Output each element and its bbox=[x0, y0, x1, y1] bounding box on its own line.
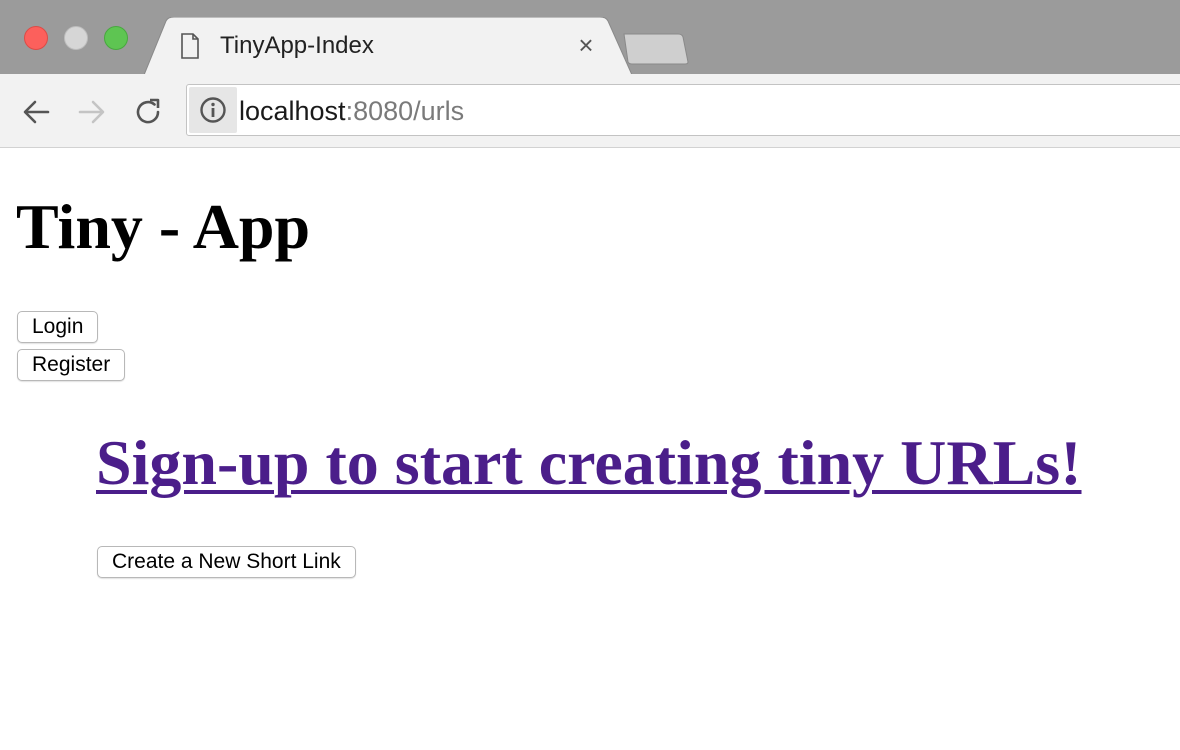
signup-link[interactable]: Sign-up to start creating tiny URLs! bbox=[96, 424, 1082, 502]
page-title: Tiny - App bbox=[16, 191, 311, 262]
page-icon bbox=[181, 33, 199, 59]
url-path: :8080/urls bbox=[345, 96, 465, 126]
register-button[interactable]: Register bbox=[17, 349, 126, 381]
url-text[interactable]: localhost:8080/urls bbox=[239, 95, 464, 127]
site-info-button[interactable] bbox=[189, 87, 237, 133]
page-content: Tiny - App Login Register Sign-up to sta… bbox=[0, 149, 1180, 750]
back-arrow-icon[interactable] bbox=[18, 94, 54, 130]
window-close-button[interactable] bbox=[24, 26, 48, 50]
address-bar[interactable]: localhost:8080/urls bbox=[186, 84, 1180, 136]
browser-toolbar: localhost:8080/urls bbox=[0, 74, 1180, 148]
login-button[interactable]: Login bbox=[17, 311, 99, 343]
window-minimize-button[interactable] bbox=[64, 26, 88, 50]
new-tab-button[interactable] bbox=[620, 32, 690, 66]
create-short-link-button[interactable]: Create a New Short Link bbox=[97, 546, 356, 578]
forward-arrow-icon[interactable] bbox=[74, 94, 110, 130]
close-tab-icon[interactable]: × bbox=[574, 32, 598, 58]
active-tab[interactable]: TinyApp-Index × bbox=[170, 17, 610, 73]
window-zoom-button[interactable] bbox=[104, 26, 128, 50]
tab-title: TinyApp-Index bbox=[220, 32, 374, 59]
reload-icon[interactable] bbox=[130, 94, 166, 130]
browser-tab-strip: TinyApp-Index × bbox=[0, 0, 1180, 75]
info-icon bbox=[200, 97, 226, 123]
url-host: localhost bbox=[239, 96, 346, 126]
